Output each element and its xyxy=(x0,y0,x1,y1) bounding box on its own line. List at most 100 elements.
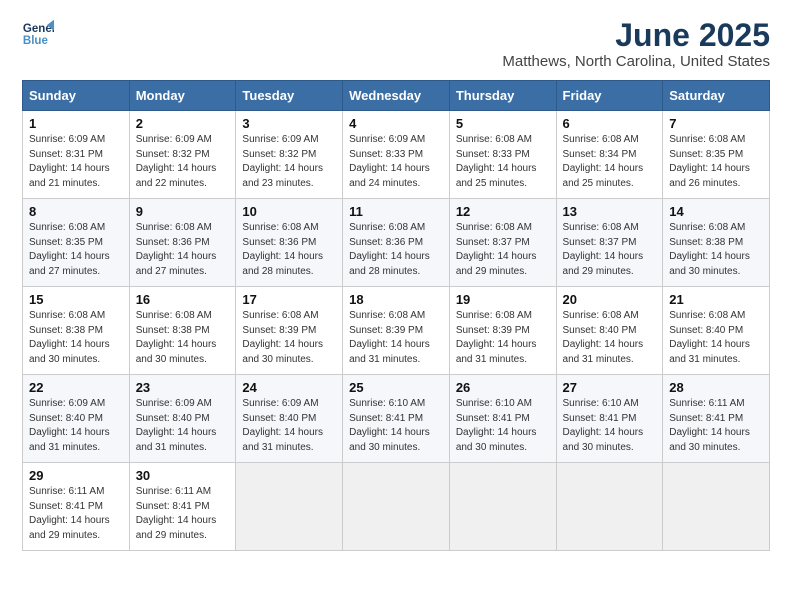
week-row-4: 22Sunrise: 6:09 AM Sunset: 8:40 PM Dayli… xyxy=(23,375,770,463)
day-cell: 1 Sunrise: 6:09 AM Sunset: 8:31 PM Daylig… xyxy=(23,111,130,199)
day-info: Sunrise: 6:09 AM Sunset: 8:32 PM Dayligh… xyxy=(242,133,336,191)
day-number: 26 xyxy=(456,380,550,395)
day-cell: 28 Sunrise: 6:11 AM Sunset: 8:41 PM Dayli… xyxy=(663,375,770,463)
day-cell: 13 Sunrise: 6:08 AM Sunset: 8:37 PM Dayli… xyxy=(556,199,663,287)
day-info: Sunrise: 6:08 AM Sunset: 8:36 PM Dayligh… xyxy=(136,221,230,279)
calendar-table: Sunday Monday Tuesday Wednesday Thursday… xyxy=(22,80,770,551)
day-cell: 11 Sunrise: 6:08 AM Sunset: 8:36 PM Dayli… xyxy=(343,199,450,287)
title-block: June 2025 Matthews, North Carolina, Unit… xyxy=(502,18,770,70)
svg-text:Blue: Blue xyxy=(23,35,49,47)
day-number: 16 xyxy=(136,292,230,307)
day-info: Sunrise: 6:08 AM Sunset: 8:39 PM Dayligh… xyxy=(456,309,550,367)
week-row-2: 8Sunrise: 6:08 AM Sunset: 8:35 PM Daylig… xyxy=(23,199,770,287)
page: General Blue General Blue June 2025 Matt… xyxy=(0,0,792,612)
day-number: 28 xyxy=(669,380,763,395)
day-number: 15 xyxy=(29,292,123,307)
day-info: Sunrise: 6:08 AM Sunset: 8:39 PM Dayligh… xyxy=(242,309,336,367)
day-number: 27 xyxy=(563,380,657,395)
day-number: 20 xyxy=(563,292,657,307)
day-info: Sunrise: 6:08 AM Sunset: 8:36 PM Dayligh… xyxy=(242,221,336,279)
day-info: Sunrise: 6:08 AM Sunset: 8:34 PM Dayligh… xyxy=(563,133,657,191)
header-tuesday: Tuesday xyxy=(236,81,343,111)
day-cell: 2Sunrise: 6:09 AM Sunset: 8:32 PM Daylig… xyxy=(129,111,236,199)
day-info: Sunrise: 6:09 AM Sunset: 8:31 PM Dayligh… xyxy=(29,133,123,191)
day-info: Sunrise: 6:08 AM Sunset: 8:35 PM Dayligh… xyxy=(669,133,763,191)
day-number: 17 xyxy=(242,292,336,307)
day-cell: 7 Sunrise: 6:08 AM Sunset: 8:35 PM Daylig… xyxy=(663,111,770,199)
day-cell: 15Sunrise: 6:08 AM Sunset: 8:38 PM Dayli… xyxy=(23,287,130,375)
day-info: Sunrise: 6:08 AM Sunset: 8:37 PM Dayligh… xyxy=(563,221,657,279)
day-info: Sunrise: 6:09 AM Sunset: 8:40 PM Dayligh… xyxy=(29,397,123,455)
day-cell: 20 Sunrise: 6:08 AM Sunset: 8:40 PM Dayli… xyxy=(556,287,663,375)
day-info: Sunrise: 6:08 AM Sunset: 8:36 PM Dayligh… xyxy=(349,221,443,279)
header-sunday: Sunday xyxy=(23,81,130,111)
day-info: Sunrise: 6:11 AM Sunset: 8:41 PM Dayligh… xyxy=(669,397,763,455)
day-cell: 6 Sunrise: 6:08 AM Sunset: 8:34 PM Daylig… xyxy=(556,111,663,199)
day-info: Sunrise: 6:11 AM Sunset: 8:41 PM Dayligh… xyxy=(29,485,123,543)
day-info: Sunrise: 6:08 AM Sunset: 8:39 PM Dayligh… xyxy=(349,309,443,367)
day-cell xyxy=(343,463,450,551)
day-number: 18 xyxy=(349,292,443,307)
day-cell xyxy=(449,463,556,551)
day-cell: 14 Sunrise: 6:08 AM Sunset: 8:38 PM Dayli… xyxy=(663,199,770,287)
day-cell: 26 Sunrise: 6:10 AM Sunset: 8:41 PM Dayli… xyxy=(449,375,556,463)
day-cell: 21Sunrise: 6:08 AM Sunset: 8:40 PM Dayli… xyxy=(663,287,770,375)
day-cell: 4 Sunrise: 6:09 AM Sunset: 8:33 PM Daylig… xyxy=(343,111,450,199)
day-cell xyxy=(663,463,770,551)
header-monday: Monday xyxy=(129,81,236,111)
day-info: Sunrise: 6:08 AM Sunset: 8:40 PM Dayligh… xyxy=(563,309,657,367)
day-cell: 17 Sunrise: 6:08 AM Sunset: 8:39 PM Dayli… xyxy=(236,287,343,375)
day-number: 13 xyxy=(563,204,657,219)
day-number: 3 xyxy=(242,116,336,131)
header-thursday: Thursday xyxy=(449,81,556,111)
day-info: Sunrise: 6:08 AM Sunset: 8:40 PM Dayligh… xyxy=(669,309,763,367)
day-number: 6 xyxy=(563,116,657,131)
day-cell: 25 Sunrise: 6:10 AM Sunset: 8:41 PM Dayli… xyxy=(343,375,450,463)
day-number: 4 xyxy=(349,116,443,131)
calendar-subtitle: Matthews, North Carolina, United States xyxy=(502,53,770,70)
day-number: 9 xyxy=(136,204,230,219)
day-info: Sunrise: 6:10 AM Sunset: 8:41 PM Dayligh… xyxy=(349,397,443,455)
day-info: Sunrise: 6:08 AM Sunset: 8:38 PM Dayligh… xyxy=(669,221,763,279)
day-number: 14 xyxy=(669,204,763,219)
day-cell: 3 Sunrise: 6:09 AM Sunset: 8:32 PM Daylig… xyxy=(236,111,343,199)
header: General Blue General Blue June 2025 Matt… xyxy=(22,18,770,70)
day-cell: 23 Sunrise: 6:09 AM Sunset: 8:40 PM Dayli… xyxy=(129,375,236,463)
day-info: Sunrise: 6:08 AM Sunset: 8:33 PM Dayligh… xyxy=(456,133,550,191)
day-cell: 29Sunrise: 6:11 AM Sunset: 8:41 PM Dayli… xyxy=(23,463,130,551)
day-number: 25 xyxy=(349,380,443,395)
day-number: 1 xyxy=(29,116,123,131)
day-info: Sunrise: 6:10 AM Sunset: 8:41 PM Dayligh… xyxy=(563,397,657,455)
day-cell: 30Sunrise: 6:11 AM Sunset: 8:41 PM Dayli… xyxy=(129,463,236,551)
day-info: Sunrise: 6:10 AM Sunset: 8:41 PM Dayligh… xyxy=(456,397,550,455)
day-cell xyxy=(236,463,343,551)
weekday-header-row: Sunday Monday Tuesday Wednesday Thursday… xyxy=(23,81,770,111)
week-row-3: 15 Sunrise: 6:08 AM Sunset: 8:38 PM Dayli… xyxy=(23,287,770,375)
day-info: Sunrise: 6:08 AM Sunset: 8:37 PM Dayligh… xyxy=(456,221,550,279)
header-saturday: Saturday xyxy=(663,81,770,111)
day-number: 30 xyxy=(136,468,230,483)
day-cell: 27 Sunrise: 6:10 AM Sunset: 8:41 PM Dayli… xyxy=(556,375,663,463)
day-number: 11 xyxy=(349,204,443,219)
day-cell: 12 Sunrise: 6:08 AM Sunset: 8:37 PM Dayli… xyxy=(449,199,556,287)
day-cell: 18 Sunrise: 6:08 AM Sunset: 8:39 PM Dayli… xyxy=(343,287,450,375)
day-info: Sunrise: 6:09 AM Sunset: 8:33 PM Dayligh… xyxy=(349,133,443,191)
day-cell: 24Sunrise: 6:09 AM Sunset: 8:40 PM Dayli… xyxy=(236,375,343,463)
day-number: 5 xyxy=(456,116,550,131)
logo-icon: General Blue xyxy=(22,18,54,50)
day-cell: 10Sunrise: 6:08 AM Sunset: 8:36 PM Dayli… xyxy=(236,199,343,287)
header-friday: Friday xyxy=(556,81,663,111)
day-number: 24 xyxy=(242,380,336,395)
day-number: 7 xyxy=(669,116,763,131)
day-info: Sunrise: 6:08 AM Sunset: 8:38 PM Dayligh… xyxy=(136,309,230,367)
day-cell: 16 Sunrise: 6:08 AM Sunset: 8:38 PM Dayli… xyxy=(129,287,236,375)
week-row-1: 1 Sunrise: 6:09 AM Sunset: 8:31 PM Daylig… xyxy=(23,111,770,199)
day-cell: 8Sunrise: 6:08 AM Sunset: 8:35 PM Daylig… xyxy=(23,199,130,287)
header-wednesday: Wednesday xyxy=(343,81,450,111)
day-number: 23 xyxy=(136,380,230,395)
calendar-title: June 2025 xyxy=(502,18,770,53)
day-cell: 19Sunrise: 6:08 AM Sunset: 8:39 PM Dayli… xyxy=(449,287,556,375)
day-cell: 5 Sunrise: 6:08 AM Sunset: 8:33 PM Daylig… xyxy=(449,111,556,199)
day-info: Sunrise: 6:09 AM Sunset: 8:40 PM Dayligh… xyxy=(136,397,230,455)
day-number: 12 xyxy=(456,204,550,219)
